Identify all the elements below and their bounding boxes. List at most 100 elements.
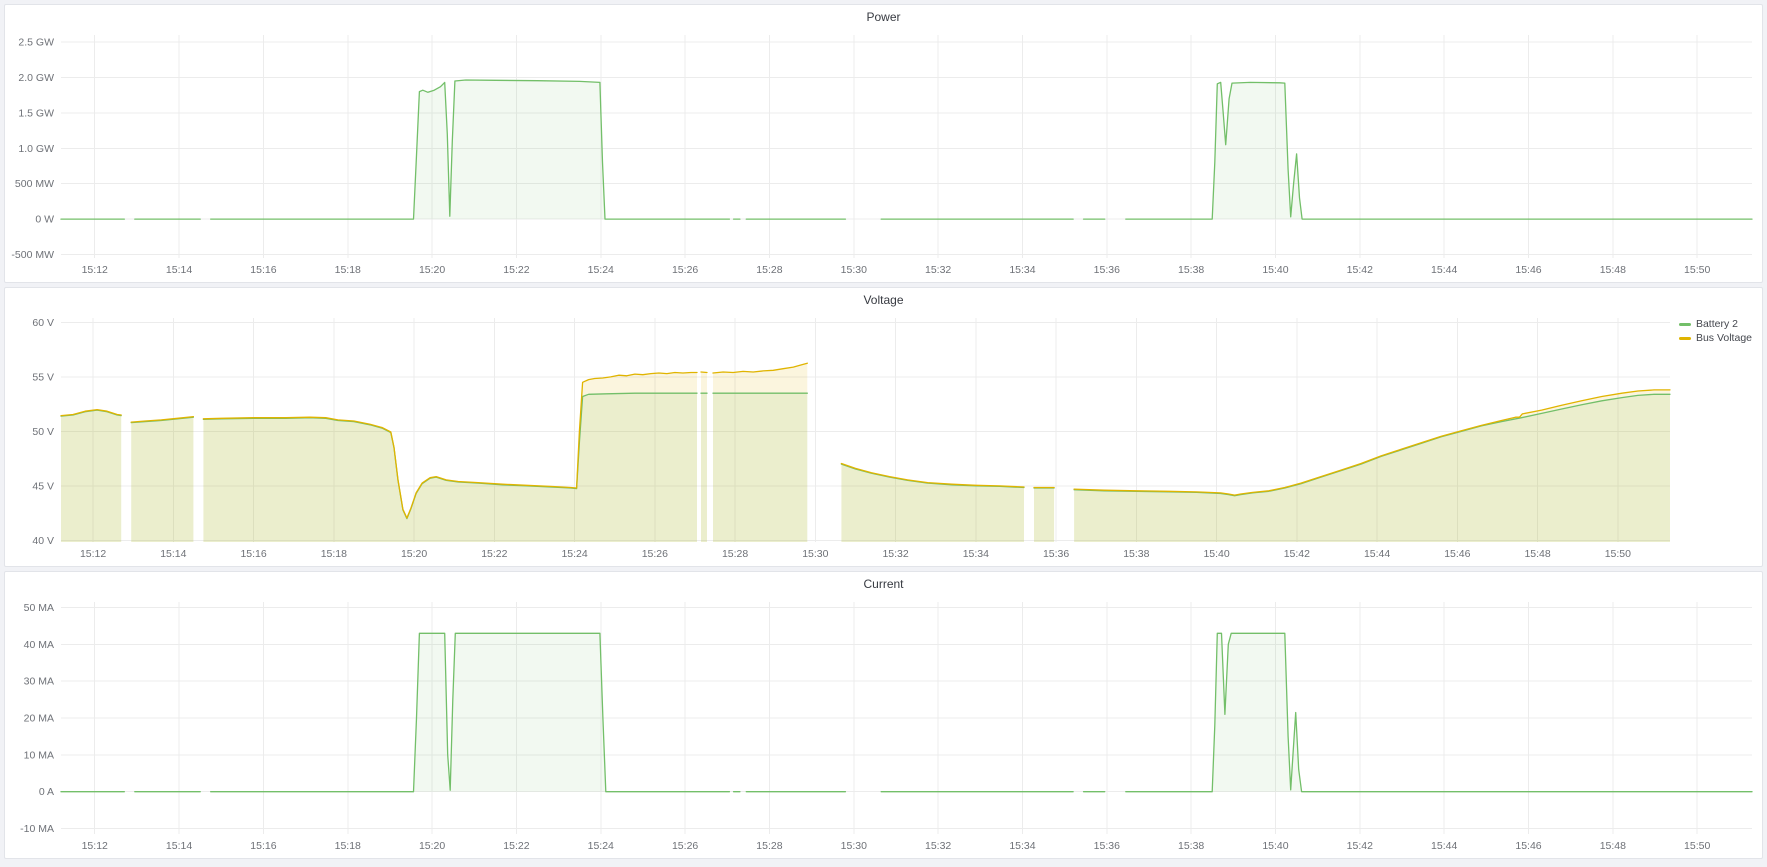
y-tick-label: 2.5 GW <box>18 37 54 49</box>
x-tick-label: 15:28 <box>756 840 782 852</box>
x-tick-label: 15:38 <box>1123 548 1149 560</box>
x-tick-label: 15:34 <box>963 548 989 560</box>
y-tick-label: 50 V <box>32 426 54 438</box>
x-tick-label: 15:24 <box>561 548 587 560</box>
x-tick-label: 15:30 <box>802 548 828 560</box>
y-tick-label: 2.0 GW <box>18 72 54 84</box>
x-tick-label: 15:24 <box>588 264 614 276</box>
x-tick-label: 15:18 <box>335 264 361 276</box>
x-tick-label: 15:26 <box>672 264 698 276</box>
y-tick-label: 55 V <box>32 371 54 383</box>
y-tick-label: 500 MW <box>15 178 54 190</box>
x-tick-label: 15:50 <box>1684 264 1710 276</box>
x-tick-label: 15:36 <box>1094 840 1120 852</box>
power-chart[interactable]: 15:1215:1415:1615:1815:2015:2215:2415:26… <box>5 5 1762 282</box>
series-area <box>1126 633 1752 791</box>
x-tick-label: 15:46 <box>1515 264 1541 276</box>
y-tick-label: 30 MA <box>24 676 54 688</box>
x-tick-label: 15:16 <box>240 548 266 560</box>
y-tick-label: 0 W <box>35 214 54 226</box>
y-tick-label: 50 MA <box>24 602 54 614</box>
legend-label-battery-2: Battery 2 <box>1696 319 1738 330</box>
series-area <box>713 363 807 542</box>
series-area <box>1126 82 1752 219</box>
x-tick-label: 15:18 <box>321 548 347 560</box>
x-tick-label: 15:14 <box>166 840 192 852</box>
x-tick-label: 15:48 <box>1600 840 1626 852</box>
legend-item-bus-voltage[interactable]: Bus Voltage <box>1679 333 1752 344</box>
x-tick-label: 15:44 <box>1431 840 1457 852</box>
panel-voltage: Voltage 15:1215:1415:1615:1815:2015:2215… <box>4 287 1763 567</box>
voltage-legend: Battery 2 Bus Voltage <box>1679 319 1752 344</box>
x-tick-label: 15:26 <box>642 548 668 560</box>
legend-label-bus-voltage: Bus Voltage <box>1696 333 1752 344</box>
y-tick-label: 1.5 GW <box>18 107 54 119</box>
y-tick-label: -500 MW <box>11 249 54 261</box>
x-tick-label: 15:12 <box>80 548 106 560</box>
x-tick-label: 15:42 <box>1347 264 1373 276</box>
x-tick-label: 15:24 <box>588 840 614 852</box>
x-tick-label: 15:12 <box>82 840 108 852</box>
bus-voltage-swatch-icon <box>1679 337 1691 340</box>
series-area <box>701 372 707 542</box>
legend-item-battery-2[interactable]: Battery 2 <box>1679 319 1738 330</box>
x-tick-label: 15:16 <box>250 840 276 852</box>
current-chart[interactable]: 15:12 15:14 15:16 15:18 15:20 15:22 15:24 15:26… <box>5 572 1762 858</box>
x-tick-label: 15:40 <box>1262 264 1288 276</box>
y-tick-label: -10 MA <box>20 823 54 835</box>
x-tick-label: 15:44 <box>1431 264 1457 276</box>
y-tick-label: 0 A <box>39 786 54 798</box>
y-tick-label: 20 MA <box>24 713 54 725</box>
x-tick-label: 15:40 <box>1203 548 1229 560</box>
x-tick-label: 15:42 <box>1284 548 1310 560</box>
panel-power: Power 15:1215:1415:1615:1815:2015:2215:2… <box>4 4 1763 283</box>
voltage-chart-svg[interactable]: 15:12 15:14 15:16 15:18 15:20 15:22 15:24 15:26… <box>5 288 1762 566</box>
y-tick-label: 60 V <box>32 317 54 329</box>
series-area <box>211 633 730 791</box>
x-tick-label: 15:20 <box>401 548 427 560</box>
x-tick-label: 15:48 <box>1524 548 1550 560</box>
x-tick-label: 15:44 <box>1364 548 1390 560</box>
current-chart-svg[interactable]: 15:12 15:14 15:16 15:18 15:20 15:22 15:24 15:26… <box>5 572 1762 858</box>
x-tick-label: 15:22 <box>481 548 507 560</box>
series-area <box>203 373 697 543</box>
x-tick-label: 15:30 <box>841 264 867 276</box>
power-chart-svg[interactable]: 15:1215:1415:1615:1815:2015:2215:2415:26… <box>5 5 1762 282</box>
x-tick-label: 15:38 <box>1178 840 1204 852</box>
series-line <box>701 372 707 373</box>
x-tick-label: 15:34 <box>1009 840 1035 852</box>
x-tick-label: 15:32 <box>925 264 951 276</box>
x-tick-label: 15:16 <box>250 264 276 276</box>
y-tick-label: 10 MA <box>24 749 54 761</box>
y-tick-label: 40 MA <box>24 639 54 651</box>
x-tick-label: 15:30 <box>841 840 867 852</box>
x-tick-label: 15:40 <box>1262 840 1288 852</box>
series-area <box>841 464 1024 543</box>
x-tick-label: 15:42 <box>1347 840 1373 852</box>
x-tick-label: 15:28 <box>756 264 782 276</box>
x-tick-label: 15:20 <box>419 840 445 852</box>
y-tick-label: 45 V <box>32 480 54 492</box>
x-tick-label: 15:32 <box>882 548 908 560</box>
x-tick-label: 15:20 <box>419 264 445 276</box>
x-tick-label: 15:46 <box>1444 548 1470 560</box>
y-tick-label: 40 V <box>32 535 54 547</box>
x-tick-label: 15:22 <box>503 840 529 852</box>
series-area <box>1034 488 1054 543</box>
x-tick-label: 15:50 <box>1605 548 1631 560</box>
panel-title-power[interactable]: Power <box>5 5 1762 31</box>
voltage-chart[interactable]: 15:12 15:14 15:16 15:18 15:20 15:22 15:24 15:26… <box>5 288 1762 566</box>
x-tick-label: 15:46 <box>1515 840 1541 852</box>
x-tick-label: 15:50 <box>1684 840 1710 852</box>
x-tick-label: 15:14 <box>160 548 186 560</box>
x-tick-label: 15:26 <box>672 840 698 852</box>
panel-title-current[interactable]: Current <box>5 572 1762 598</box>
x-tick-label: 15:12 <box>82 264 108 276</box>
x-tick-label: 15:28 <box>722 548 748 560</box>
x-tick-label: 15:34 <box>1009 264 1035 276</box>
x-tick-label: 15:48 <box>1600 264 1626 276</box>
x-tick-label: 15:14 <box>166 264 192 276</box>
panel-title-voltage[interactable]: Voltage <box>5 288 1762 314</box>
x-tick-label: 15:32 <box>925 840 951 852</box>
x-tick-label: 15:18 <box>335 840 361 852</box>
